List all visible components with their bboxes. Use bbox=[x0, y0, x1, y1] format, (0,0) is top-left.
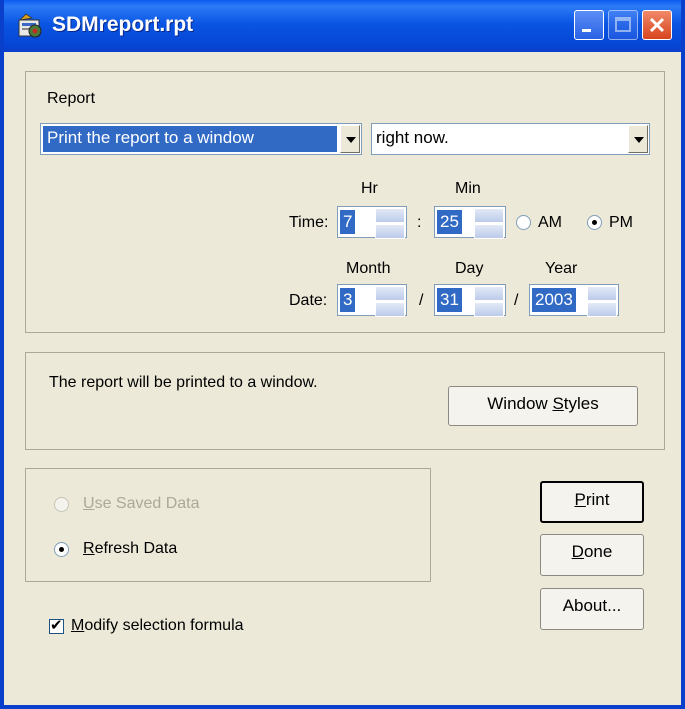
day-spin-buttons[interactable] bbox=[474, 286, 504, 317]
am-radio[interactable] bbox=[516, 215, 531, 230]
done-button[interactable]: Done bbox=[540, 534, 644, 576]
data-source-group bbox=[25, 468, 431, 582]
about-label: About... bbox=[562, 596, 622, 615]
window-styles-label: Window Styles bbox=[487, 394, 599, 413]
info-message: The report will be printed to a window. bbox=[49, 374, 318, 391]
modify-selection-label: Modify selection formula bbox=[71, 617, 244, 634]
minimize-icon bbox=[582, 29, 591, 32]
destination-value: Print the report to a window bbox=[43, 126, 337, 152]
hour-spin-buttons[interactable] bbox=[375, 208, 405, 239]
schedule-dropdown[interactable]: right now. bbox=[371, 123, 650, 155]
refresh-data-radio[interactable] bbox=[54, 542, 69, 557]
time-label: Time: bbox=[289, 214, 329, 231]
use-saved-data-radio[interactable] bbox=[54, 497, 69, 512]
month-spinner[interactable]: 3 bbox=[337, 284, 407, 317]
print-button[interactable]: Print bbox=[540, 481, 644, 523]
hr-label: Hr bbox=[361, 180, 378, 197]
year-spinner[interactable]: 2003 bbox=[529, 284, 619, 317]
window-title: SDMreport.rpt bbox=[52, 13, 194, 36]
day-spinner[interactable]: 31 bbox=[434, 284, 506, 317]
window-styles-button[interactable]: Window Styles bbox=[448, 386, 638, 426]
modify-selection-checkbox[interactable] bbox=[49, 616, 64, 634]
title-bar[interactable]: SDMreport.rpt bbox=[4, 0, 681, 52]
maximize-icon bbox=[615, 17, 631, 32]
use-saved-data-label: Use Saved Data bbox=[83, 495, 200, 512]
report-group-label: Report bbox=[47, 90, 96, 107]
print-label: Print bbox=[574, 490, 610, 509]
year-label: Year bbox=[545, 260, 578, 277]
pm-radio[interactable] bbox=[587, 215, 602, 230]
date-separator: / bbox=[419, 292, 424, 309]
minute-value: 25 bbox=[437, 210, 462, 234]
month-label: Month bbox=[346, 260, 391, 277]
minimize-button[interactable] bbox=[574, 10, 604, 40]
app-icon bbox=[18, 13, 42, 38]
close-icon bbox=[649, 17, 665, 33]
destination-dropdown[interactable]: Print the report to a window bbox=[40, 123, 362, 155]
minute-spinner[interactable]: 25 bbox=[434, 206, 506, 239]
maximize-button[interactable] bbox=[608, 10, 638, 40]
pm-label: PM bbox=[609, 214, 633, 231]
date-label: Date: bbox=[289, 292, 328, 309]
minute-spin-buttons[interactable] bbox=[474, 208, 504, 239]
dialog-window: SDMreport.rpt Report Print the report to… bbox=[0, 0, 685, 709]
done-label: Done bbox=[571, 542, 613, 561]
month-spin-buttons[interactable] bbox=[375, 286, 405, 317]
about-button[interactable]: About... bbox=[540, 588, 644, 630]
year-value: 2003 bbox=[532, 288, 576, 312]
chevron-down-icon[interactable] bbox=[628, 125, 648, 153]
time-separator: : bbox=[417, 214, 422, 231]
hour-value: 7 bbox=[340, 210, 356, 234]
date-separator: / bbox=[514, 292, 519, 309]
close-button[interactable] bbox=[642, 10, 672, 40]
refresh-data-label: Refresh Data bbox=[83, 540, 178, 557]
chevron-down-icon[interactable] bbox=[340, 125, 360, 153]
year-spin-buttons[interactable] bbox=[587, 286, 617, 317]
am-label: AM bbox=[538, 214, 562, 231]
hour-spinner[interactable]: 7 bbox=[337, 206, 407, 239]
day-value: 31 bbox=[437, 288, 462, 312]
schedule-value: right now. bbox=[376, 128, 449, 147]
day-label: Day bbox=[455, 260, 484, 277]
month-value: 3 bbox=[340, 288, 356, 312]
min-label: Min bbox=[455, 180, 481, 197]
